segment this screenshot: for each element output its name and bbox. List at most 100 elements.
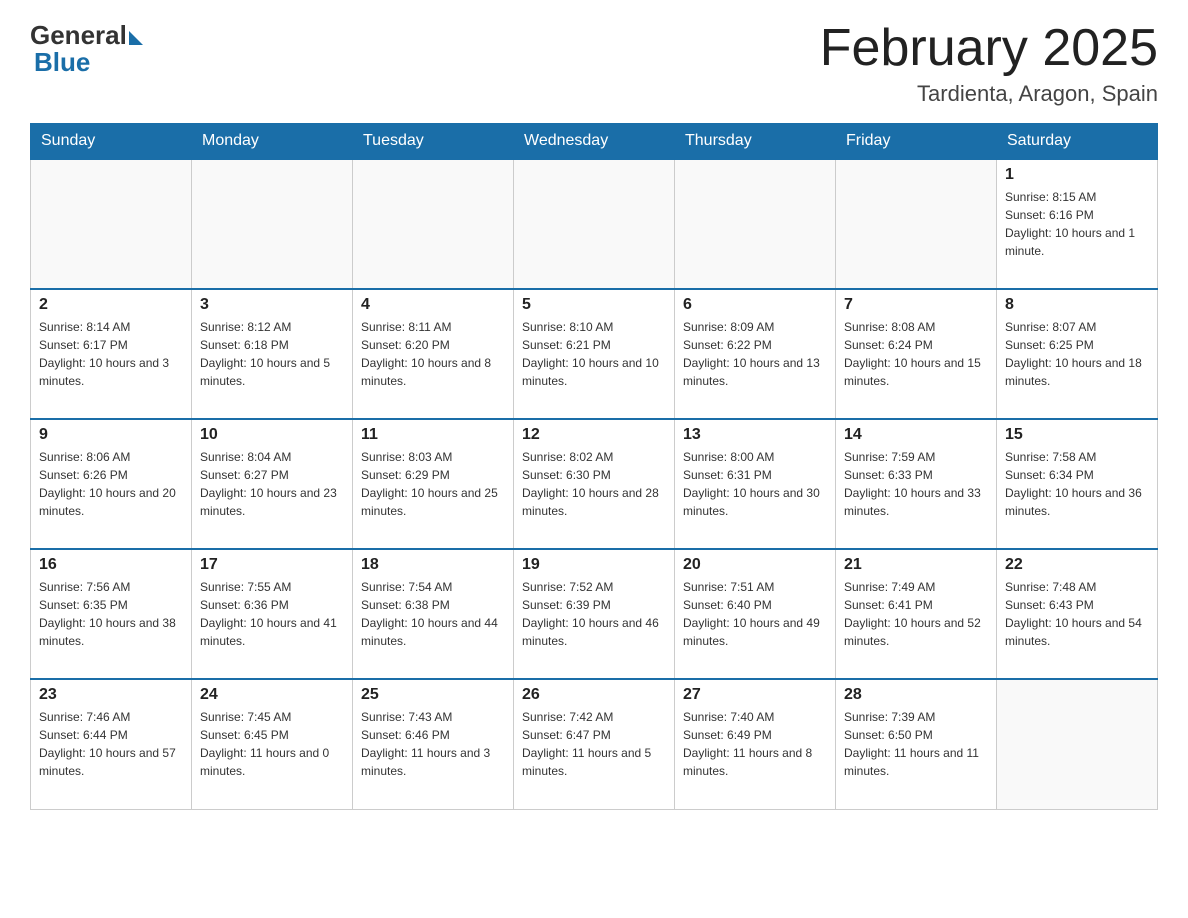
day-number: 7 (844, 296, 988, 314)
day-number: 28 (844, 686, 988, 704)
day-info: Sunrise: 8:12 AMSunset: 6:18 PMDaylight:… (200, 320, 330, 388)
calendar-week-row: 9 Sunrise: 8:06 AMSunset: 6:26 PMDaylight… (31, 419, 1158, 549)
day-info: Sunrise: 7:46 AMSunset: 6:44 PMDaylight:… (39, 710, 176, 778)
weekday-header-row: SundayMondayTuesdayWednesdayThursdayFrid… (31, 124, 1158, 160)
calendar-cell (675, 159, 836, 289)
day-number: 24 (200, 686, 344, 704)
logo-blue-text: Blue (30, 47, 90, 78)
day-number: 23 (39, 686, 183, 704)
day-number: 4 (361, 296, 505, 314)
day-number: 10 (200, 426, 344, 444)
calendar-cell: 13 Sunrise: 8:00 AMSunset: 6:31 PMDayligh… (675, 419, 836, 549)
day-number: 21 (844, 556, 988, 574)
day-number: 14 (844, 426, 988, 444)
calendar-cell (514, 159, 675, 289)
day-info: Sunrise: 8:07 AMSunset: 6:25 PMDaylight:… (1005, 320, 1142, 388)
weekday-header: Friday (836, 124, 997, 160)
day-number: 8 (1005, 296, 1149, 314)
day-info: Sunrise: 7:43 AMSunset: 6:46 PMDaylight:… (361, 710, 490, 778)
day-info: Sunrise: 7:51 AMSunset: 6:40 PMDaylight:… (683, 580, 820, 648)
calendar-cell (353, 159, 514, 289)
calendar-week-row: 16 Sunrise: 7:56 AMSunset: 6:35 PMDayligh… (31, 549, 1158, 679)
weekday-header: Tuesday (353, 124, 514, 160)
day-info: Sunrise: 7:54 AMSunset: 6:38 PMDaylight:… (361, 580, 498, 648)
logo-arrow-icon (129, 31, 143, 45)
day-number: 2 (39, 296, 183, 314)
weekday-header: Sunday (31, 124, 192, 160)
day-number: 26 (522, 686, 666, 704)
day-number: 1 (1005, 166, 1149, 184)
calendar-week-row: 1 Sunrise: 8:15 AMSunset: 6:16 PMDaylight… (31, 159, 1158, 289)
day-info: Sunrise: 7:48 AMSunset: 6:43 PMDaylight:… (1005, 580, 1142, 648)
day-info: Sunrise: 8:04 AMSunset: 6:27 PMDaylight:… (200, 450, 337, 518)
calendar-cell: 9 Sunrise: 8:06 AMSunset: 6:26 PMDaylight… (31, 419, 192, 549)
day-number: 16 (39, 556, 183, 574)
weekday-header: Monday (192, 124, 353, 160)
day-info: Sunrise: 7:59 AMSunset: 6:33 PMDaylight:… (844, 450, 981, 518)
day-number: 13 (683, 426, 827, 444)
calendar-cell (836, 159, 997, 289)
day-number: 12 (522, 426, 666, 444)
day-info: Sunrise: 7:52 AMSunset: 6:39 PMDaylight:… (522, 580, 659, 648)
day-info: Sunrise: 7:45 AMSunset: 6:45 PMDaylight:… (200, 710, 329, 778)
day-info: Sunrise: 8:15 AMSunset: 6:16 PMDaylight:… (1005, 190, 1135, 258)
calendar-cell: 14 Sunrise: 7:59 AMSunset: 6:33 PMDayligh… (836, 419, 997, 549)
day-number: 6 (683, 296, 827, 314)
day-number: 11 (361, 426, 505, 444)
day-number: 27 (683, 686, 827, 704)
day-info: Sunrise: 7:49 AMSunset: 6:41 PMDaylight:… (844, 580, 981, 648)
day-number: 22 (1005, 556, 1149, 574)
day-info: Sunrise: 7:55 AMSunset: 6:36 PMDaylight:… (200, 580, 337, 648)
day-info: Sunrise: 7:40 AMSunset: 6:49 PMDaylight:… (683, 710, 812, 778)
calendar-cell: 1 Sunrise: 8:15 AMSunset: 6:16 PMDaylight… (997, 159, 1158, 289)
day-number: 18 (361, 556, 505, 574)
day-number: 17 (200, 556, 344, 574)
title-block: February 2025 Tardienta, Aragon, Spain (820, 20, 1158, 107)
day-number: 9 (39, 426, 183, 444)
calendar-cell (997, 679, 1158, 809)
calendar-cell: 2 Sunrise: 8:14 AMSunset: 6:17 PMDaylight… (31, 289, 192, 419)
day-info: Sunrise: 7:58 AMSunset: 6:34 PMDaylight:… (1005, 450, 1142, 518)
logo: General Blue (30, 20, 143, 78)
day-info: Sunrise: 8:11 AMSunset: 6:20 PMDaylight:… (361, 320, 491, 388)
day-info: Sunrise: 8:14 AMSunset: 6:17 PMDaylight:… (39, 320, 169, 388)
weekday-header: Wednesday (514, 124, 675, 160)
calendar-cell: 8 Sunrise: 8:07 AMSunset: 6:25 PMDaylight… (997, 289, 1158, 419)
calendar-cell: 16 Sunrise: 7:56 AMSunset: 6:35 PMDayligh… (31, 549, 192, 679)
calendar-cell: 15Sunrise: 7:58 AMSunset: 6:34 PMDayligh… (997, 419, 1158, 549)
calendar-cell (31, 159, 192, 289)
calendar-cell: 18 Sunrise: 7:54 AMSunset: 6:38 PMDayligh… (353, 549, 514, 679)
calendar-cell: 11 Sunrise: 8:03 AMSunset: 6:29 PMDayligh… (353, 419, 514, 549)
day-info: Sunrise: 8:02 AMSunset: 6:30 PMDaylight:… (522, 450, 659, 518)
calendar-week-row: 23 Sunrise: 7:46 AMSunset: 6:44 PMDayligh… (31, 679, 1158, 809)
calendar-week-row: 2 Sunrise: 8:14 AMSunset: 6:17 PMDaylight… (31, 289, 1158, 419)
day-info: Sunrise: 8:00 AMSunset: 6:31 PMDaylight:… (683, 450, 820, 518)
calendar-cell: 24 Sunrise: 7:45 AMSunset: 6:45 PMDayligh… (192, 679, 353, 809)
day-info: Sunrise: 8:03 AMSunset: 6:29 PMDaylight:… (361, 450, 498, 518)
calendar-cell (192, 159, 353, 289)
day-info: Sunrise: 7:56 AMSunset: 6:35 PMDaylight:… (39, 580, 176, 648)
day-number: 25 (361, 686, 505, 704)
day-info: Sunrise: 8:08 AMSunset: 6:24 PMDaylight:… (844, 320, 981, 388)
calendar-cell: 23 Sunrise: 7:46 AMSunset: 6:44 PMDayligh… (31, 679, 192, 809)
calendar-cell: 3 Sunrise: 8:12 AMSunset: 6:18 PMDaylight… (192, 289, 353, 419)
calendar-cell: 17 Sunrise: 7:55 AMSunset: 6:36 PMDayligh… (192, 549, 353, 679)
day-number: 20 (683, 556, 827, 574)
calendar-cell: 19 Sunrise: 7:52 AMSunset: 6:39 PMDayligh… (514, 549, 675, 679)
calendar-table: SundayMondayTuesdayWednesdayThursdayFrid… (30, 123, 1158, 810)
day-info: Sunrise: 8:06 AMSunset: 6:26 PMDaylight:… (39, 450, 176, 518)
month-title: February 2025 (820, 20, 1158, 77)
calendar-cell: 21 Sunrise: 7:49 AMSunset: 6:41 PMDayligh… (836, 549, 997, 679)
calendar-cell: 25 Sunrise: 7:43 AMSunset: 6:46 PMDayligh… (353, 679, 514, 809)
weekday-header: Saturday (997, 124, 1158, 160)
day-number: 3 (200, 296, 344, 314)
day-info: Sunrise: 8:09 AMSunset: 6:22 PMDaylight:… (683, 320, 820, 388)
calendar-cell: 7 Sunrise: 8:08 AMSunset: 6:24 PMDaylight… (836, 289, 997, 419)
weekday-header: Thursday (675, 124, 836, 160)
day-number: 19 (522, 556, 666, 574)
calendar-cell: 28 Sunrise: 7:39 AMSunset: 6:50 PMDayligh… (836, 679, 997, 809)
calendar-cell: 5Sunrise: 8:10 AMSunset: 6:21 PMDaylight… (514, 289, 675, 419)
day-info: Sunrise: 7:39 AMSunset: 6:50 PMDaylight:… (844, 710, 979, 778)
calendar-cell: 26Sunrise: 7:42 AMSunset: 6:47 PMDayligh… (514, 679, 675, 809)
calendar-cell: 10 Sunrise: 8:04 AMSunset: 6:27 PMDayligh… (192, 419, 353, 549)
